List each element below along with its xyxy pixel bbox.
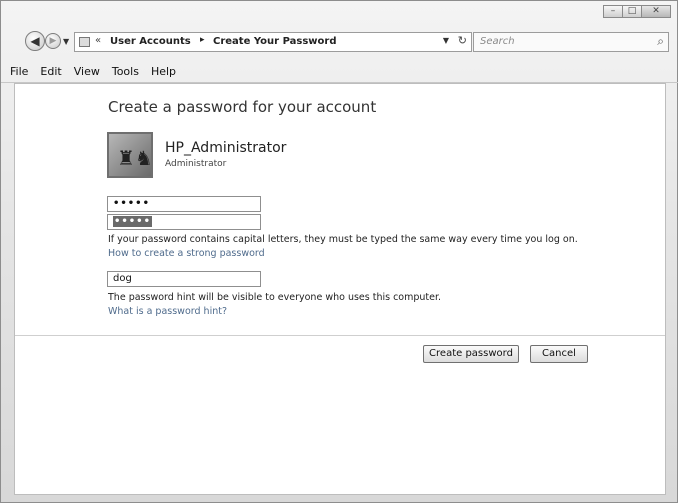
- window-controls: – □ ✕: [603, 5, 671, 18]
- menu-bar: File Edit View Tools Help: [1, 60, 678, 83]
- password-hint-help-link[interactable]: What is a password hint?: [108, 306, 227, 317]
- new-password-field[interactable]: •••••: [107, 196, 261, 212]
- recent-pages-dropdown-icon[interactable]: ▼: [63, 37, 69, 46]
- back-icon[interactable]: ◀: [25, 31, 45, 51]
- confirm-password-field[interactable]: •••••: [107, 214, 261, 230]
- hint-visibility-note: The password hint will be visible to eve…: [108, 292, 442, 303]
- menu-help[interactable]: Help: [151, 65, 176, 78]
- create-password-button[interactable]: Create password: [423, 345, 519, 363]
- refresh-icon[interactable]: ↻: [458, 34, 467, 47]
- user-name: HP_Administrator: [165, 140, 287, 156]
- menu-tools[interactable]: Tools: [112, 65, 139, 78]
- close-icon[interactable]: ✕: [641, 5, 671, 18]
- maximize-icon[interactable]: □: [622, 5, 642, 18]
- search-placeholder: Search: [480, 36, 515, 47]
- address-bar[interactable]: « User Accounts ▸ Create Your Password ▼…: [74, 32, 472, 52]
- navigation-bar: ◀ ▶ ▼ « User Accounts ▸ Create Your Pass…: [1, 29, 678, 57]
- minimize-icon[interactable]: –: [603, 5, 623, 18]
- search-icon[interactable]: ⌕: [657, 34, 664, 49]
- strong-password-link[interactable]: How to create a strong password: [108, 248, 265, 259]
- password-hint-field[interactable]: dog: [107, 271, 261, 287]
- user-avatar: ♜♞: [107, 132, 153, 178]
- address-overflow-chevron[interactable]: «: [95, 35, 101, 46]
- search-input[interactable]: Search ⌕: [473, 32, 669, 52]
- control-panel-icon: [79, 37, 90, 47]
- cancel-button[interactable]: Cancel: [530, 345, 588, 363]
- page-title: Create a password for your account: [108, 98, 377, 116]
- menu-edit[interactable]: Edit: [40, 65, 61, 78]
- window: – □ ✕ ◀ ▶ ▼ « User Accounts ▸ Create You…: [0, 0, 678, 503]
- user-role: Administrator: [165, 159, 227, 169]
- divider: [15, 335, 665, 336]
- forward-icon[interactable]: ▶: [45, 33, 61, 49]
- menu-file[interactable]: File: [10, 65, 28, 78]
- menu-view[interactable]: View: [74, 65, 100, 78]
- breadcrumb-user-accounts[interactable]: User Accounts: [110, 36, 191, 47]
- capital-letters-note: If your password contains capital letter…: [108, 234, 578, 245]
- content-pane: Create a password for your account ♜♞ HP…: [14, 83, 666, 495]
- confirm-password-selected-text: •••••: [113, 216, 152, 227]
- breadcrumb-create-your-password[interactable]: Create Your Password: [213, 36, 336, 47]
- address-dropdown-icon[interactable]: ▼: [443, 36, 449, 45]
- breadcrumb-separator-icon[interactable]: ▸: [200, 35, 205, 45]
- chess-pieces-icon: ♜♞: [117, 146, 153, 170]
